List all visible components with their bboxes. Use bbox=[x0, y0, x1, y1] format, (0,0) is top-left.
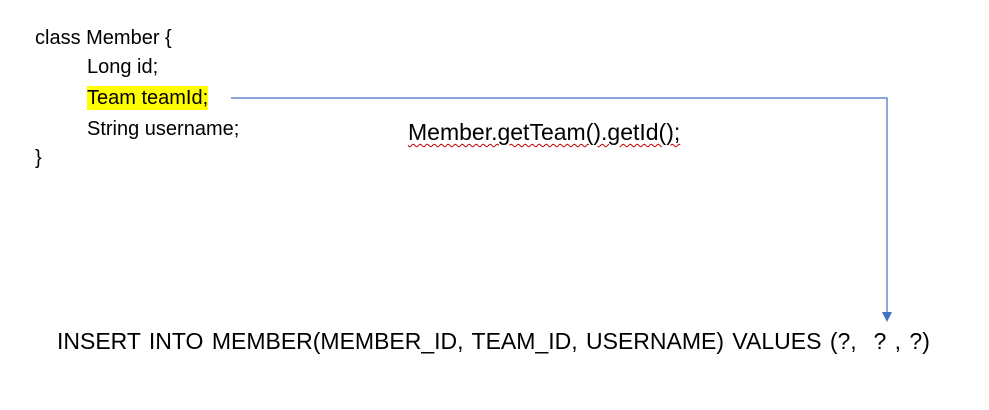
method-call-expression: Member.getTeam().getId(); bbox=[408, 119, 681, 145]
sql-insert-statement: INSERT INTO MEMBER(MEMBER_ID, TEAM_ID, U… bbox=[57, 328, 930, 354]
field-team-highlighted: Team teamId; bbox=[87, 86, 209, 110]
closing-brace: } bbox=[35, 147, 42, 169]
field-team-text: Team teamId; bbox=[87, 87, 209, 109]
field-username-line: String username; bbox=[87, 118, 240, 140]
class-declaration-line: class Member { bbox=[35, 27, 172, 49]
field-id-line: Long id; bbox=[87, 56, 159, 78]
arrowhead-icon bbox=[882, 312, 892, 322]
